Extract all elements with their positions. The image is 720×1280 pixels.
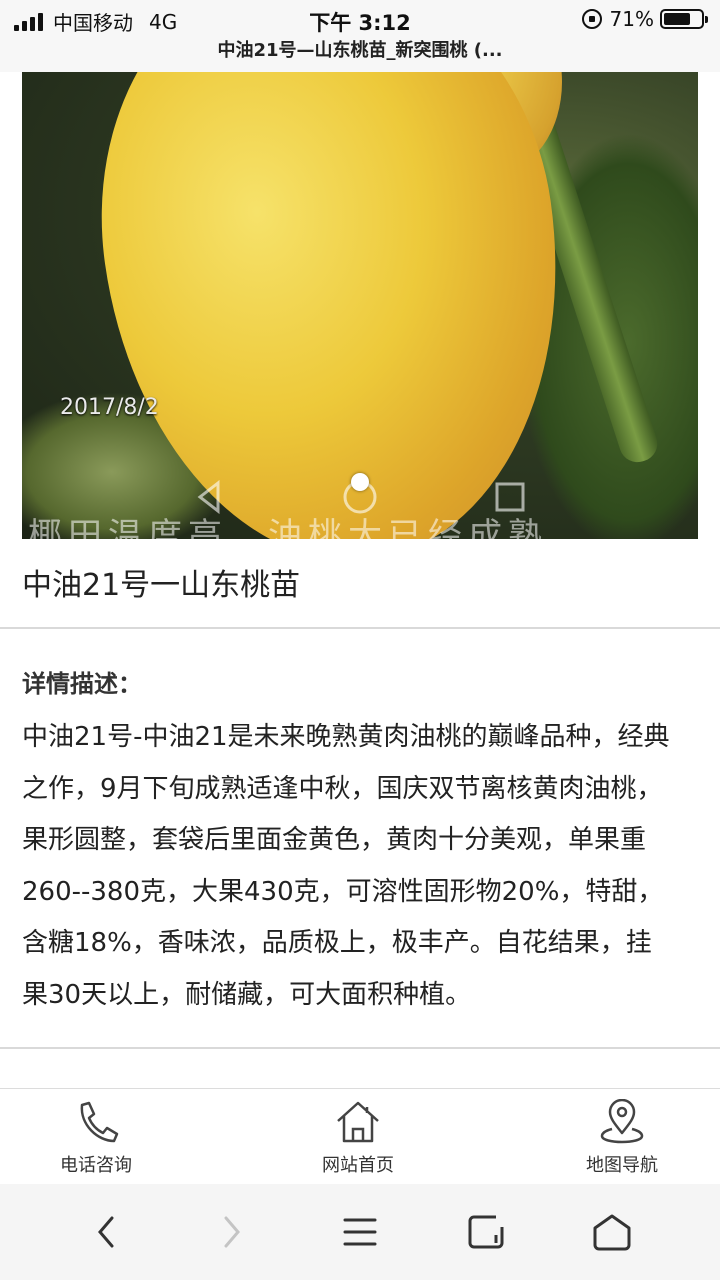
phone-consult-button[interactable]: 电话咨询 [6, 1099, 186, 1177]
status-bar: 中国移动 4G 下午 3:12 71% [0, 0, 720, 38]
forward-icon [224, 1216, 240, 1248]
map-nav-label: 地图导航 [586, 1155, 658, 1176]
site-home-button[interactable]: 网站首页 [268, 1099, 448, 1177]
map-nav-button[interactable]: 地图导航 [532, 1099, 712, 1177]
house-icon [337, 1101, 379, 1143]
photo-watermark-text: 椰田温度高，油桃大已经成熟 [28, 516, 548, 539]
description-label: 详情描述： [22, 670, 142, 698]
site-home-label: 网站首页 [322, 1155, 394, 1176]
tabs-button[interactable] [462, 1210, 510, 1254]
map-pin-icon [600, 1099, 644, 1144]
divider [0, 1047, 720, 1049]
description-line: 果形圆整，套袋后里面金黄色，黄肉十分美观，单果重 [22, 825, 647, 855]
bottom-nav: 电话咨询 网站首页 地图导航 [0, 1088, 720, 1184]
description-line: 之作，9月下旬成熟适逢中秋，国庆双节离核黄肉油桃， [22, 773, 663, 804]
description-line: 含糖18%，香味浓，品质极上，极丰产。自花结果，挂 [22, 928, 652, 958]
status-right: 71% [581, 7, 708, 31]
carousel-indicator-dot[interactable] [351, 473, 369, 491]
divider [0, 627, 720, 629]
description-line: 中油21号-中油21是未来晚熟黄肉油桃的巅峰品种，经典 [22, 722, 670, 752]
forward-button[interactable] [208, 1210, 256, 1254]
description-text: 中油21号-中油21是未来晚熟黄肉油桃的巅峰品种，经典 之作，9月下旬成熟适逢中… [22, 712, 702, 1021]
tabs-icon [468, 1215, 504, 1249]
back-button[interactable] [82, 1210, 130, 1254]
menu-icon [343, 1218, 377, 1246]
phone-icon [80, 1101, 119, 1143]
description-line: 260--380克，大果430克，可溶性固形物20%，特甜， [22, 876, 664, 907]
back-icon [98, 1216, 114, 1248]
browser-toolbar [0, 1184, 720, 1280]
description-line: 果30天以上，耐储藏，可大面积种植。 [22, 979, 472, 1010]
browser-home-button[interactable] [588, 1210, 636, 1254]
battery-icon [660, 9, 708, 29]
phone-consult-label: 电话咨询 [60, 1155, 132, 1176]
rotation-lock-icon [581, 9, 602, 29]
page-title-bar: 中油21号—山东桃苗_新突围桃 (... [0, 38, 720, 72]
battery-percent: 71% [609, 7, 654, 31]
product-title: 中油21号一山东桃苗 [22, 568, 301, 603]
product-image-carousel[interactable]: 2017/8/2 椰田温度高，油桃大已经成熟 [22, 72, 698, 539]
home-icon [593, 1214, 631, 1251]
menu-button[interactable] [336, 1210, 384, 1254]
photo-date-stamp: 2017/8/2 [60, 395, 159, 420]
